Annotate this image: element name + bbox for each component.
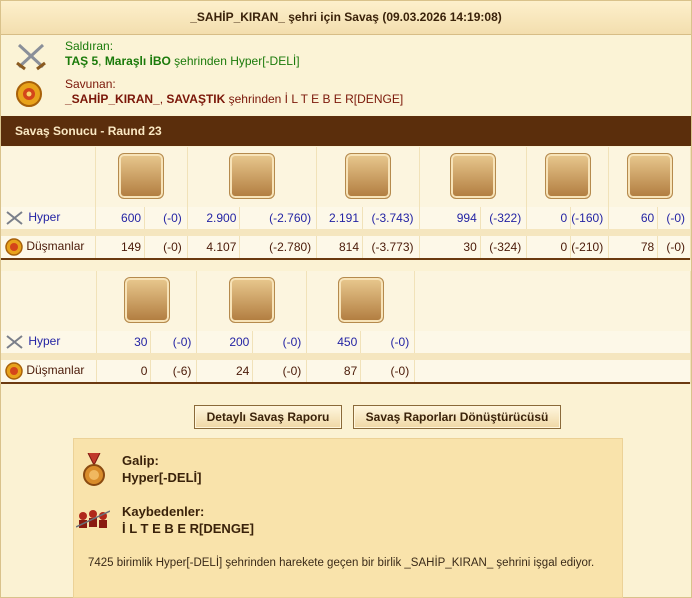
loser-name: İ L T E B E R[DENGE]	[122, 521, 254, 536]
unit-loss: (-324)	[480, 236, 528, 258]
attacker-line: TAŞ 5, Maraşlı İBO şehrinden Hyper[-DELİ…	[65, 54, 300, 69]
attacker-player-link[interactable]: TAŞ 5	[65, 54, 98, 68]
unit-loss: (-322)	[480, 207, 528, 229]
divider	[1, 382, 691, 384]
occupation-note: 7425 birimlik Hyper[-DELİ] şehrinden har…	[88, 557, 595, 569]
table-row: Hyper 600 (-0) 2.900 (-2.760) 2.191 (-3.743…	[1, 207, 691, 229]
unit-count: 994	[419, 207, 481, 229]
unit-loss: (-0)	[657, 236, 691, 258]
row-label-enemies: Düşmanlar	[26, 239, 85, 254]
shield-icon	[5, 362, 23, 380]
unit-count: 149	[95, 236, 146, 258]
swordsman-unit-icon	[228, 152, 275, 199]
unit-count: 87	[306, 360, 362, 382]
unit-loss: (-6)	[150, 360, 198, 382]
unit-count: 200	[196, 331, 254, 353]
row-label-enemies: Düşmanlar	[26, 363, 85, 378]
unit-loss: (-0)	[657, 207, 691, 229]
attacker-separator: ,	[98, 54, 102, 68]
hoplite-unit-icon	[118, 152, 165, 199]
table-row: Düşmanlar 0 (-6) 24 (-0) 87 (-0)	[1, 360, 691, 382]
shield-icon	[5, 238, 23, 256]
table-row: Düşmanlar 149 (-0) 4.107 (-2.780) 814 (-3.7…	[1, 236, 691, 258]
ram-unit-icon	[626, 152, 673, 199]
row-label-hyper: Hyper	[28, 334, 61, 349]
crossed-swords-icon	[6, 211, 23, 225]
combatants-info: Saldıran: TAŞ 5, Maraşlı İBO şehrinden H…	[1, 35, 691, 115]
defender-city-link[interactable]: SAVAŞTIK	[166, 92, 225, 106]
unit-count: 0	[526, 236, 572, 258]
unit-count: 600	[95, 207, 146, 229]
unit-loss: (-2.780)	[239, 236, 318, 258]
unit-count: 450	[306, 331, 362, 353]
medal-icon	[83, 453, 105, 486]
unit-count: 4.107	[187, 236, 241, 258]
unit-loss: (-0)	[144, 236, 188, 258]
unit-loss: (-0)	[150, 331, 198, 353]
detailed-report-button[interactable]: Detaylı Savaş Raporu	[194, 405, 342, 429]
unit-count: 2.900	[187, 207, 241, 229]
unit-count: 814	[316, 236, 364, 258]
shield-icon	[16, 81, 42, 107]
unit-loss: (-0)	[252, 360, 308, 382]
defender-line: _SAHİP_KIRAN_, SAVAŞTIK şehrinden İ L T …	[65, 92, 403, 107]
unit-loss: (-160)	[570, 207, 610, 229]
divider	[1, 258, 691, 260]
unit-loss: (-0)	[252, 331, 308, 353]
attacker-label: Saldıran:	[65, 39, 114, 53]
mortar-unit-icon	[123, 276, 170, 323]
phalanx-unit-icon	[344, 152, 391, 199]
unit-count: 0	[96, 360, 152, 382]
catapult-unit-icon	[449, 152, 496, 199]
attacker-origin: şehrinden Hyper[-DELİ]	[170, 54, 300, 68]
attacker-text: Saldıran: TAŞ 5, Maraşlı İBO şehrinden H…	[65, 39, 300, 69]
units-table-2: Hyper 30 (-0) 200 (-0) 450 (-0) Düşmanlar 0…	[1, 271, 691, 384]
battle-report-panel: _SAHİP_KIRAN_ şehri için Savaş (09.03.20…	[0, 0, 692, 598]
battle-result-header: Savaş Sonucu - Raund 23	[1, 116, 691, 146]
unit-loss: (-3.773)	[362, 236, 420, 258]
fallen-soldiers-icon	[76, 510, 110, 528]
unit-loss: (-2.760)	[239, 207, 318, 229]
crossed-swords-icon	[16, 43, 46, 71]
cook-unit-icon	[337, 276, 384, 323]
winner-name: Hyper[-DELİ]	[122, 470, 202, 485]
row-label-hyper: Hyper	[28, 210, 61, 225]
unit-icons-row	[1, 271, 691, 331]
unit-loss: (-210)	[570, 236, 610, 258]
attacker-city-link[interactable]: Maraşlı İBO	[105, 54, 171, 68]
unit-count: 60	[608, 207, 659, 229]
report-converter-button[interactable]: Savaş Raporları Dönüştürücüsü	[353, 405, 561, 429]
units-table-1: Hyper 600 (-0) 2.900 (-2.760) 2.191 (-3.743…	[1, 147, 691, 260]
page-title: _SAHİP_KIRAN_ şehri için Savaş (09.03.20…	[1, 1, 691, 35]
defender-label: Savunan:	[65, 77, 116, 91]
defender-separator: ,	[159, 92, 164, 106]
unit-count: 78	[608, 236, 659, 258]
unit-loss: (-0)	[144, 207, 188, 229]
unit-count: 24	[196, 360, 254, 382]
winner-label: Galip:	[122, 453, 159, 468]
table-row: Hyper 30 (-0) 200 (-0) 450 (-0)	[1, 331, 691, 353]
unit-count: 30	[419, 236, 481, 258]
unit-loss: (-3.743)	[362, 207, 420, 229]
unit-count: 30	[96, 331, 152, 353]
unit-count: 2.191	[316, 207, 364, 229]
defender-origin: şehrinden İ L T E B E R[DENGE]	[225, 92, 404, 106]
unit-count: 0	[526, 207, 572, 229]
defender-text: Savunan: _SAHİP_KIRAN_, SAVAŞTIK şehrind…	[65, 77, 403, 107]
unit-loss: (-0)	[360, 360, 416, 382]
unit-loss: (-0)	[360, 331, 416, 353]
battle-outcome-box: Galip: Hyper[-DELİ] Kaybedenler: İ L T E…	[73, 438, 623, 598]
unit-icons-row	[1, 147, 691, 207]
doctor-unit-icon	[228, 276, 275, 323]
crossed-swords-icon	[6, 335, 23, 349]
defender-player-link[interactable]: _SAHİP_KIRAN_	[65, 92, 160, 106]
loser-label: Kaybedenler:	[122, 504, 205, 519]
steam-giant-unit-icon	[544, 152, 591, 199]
